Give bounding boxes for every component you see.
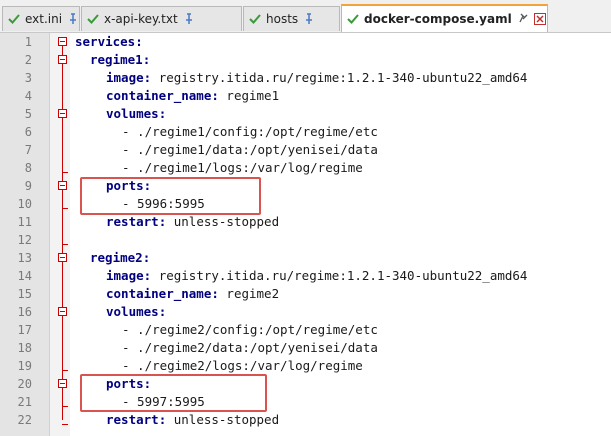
yaml-key: volumes (106, 304, 159, 319)
line-number: 5 (24, 107, 32, 121)
yaml-key: restart (106, 412, 159, 427)
highlight-box-ports-regime1 (80, 177, 261, 215)
code-text: container_name: regime2 (106, 286, 280, 301)
saved-check-icon (8, 14, 20, 24)
line-number: 18 (17, 341, 32, 355)
code-text: restart: unless-stopped (106, 412, 280, 427)
line-number: 15 (17, 287, 32, 301)
saved-check-icon (347, 14, 359, 24)
yaml-value: unless-stopped (166, 214, 280, 229)
yaml-key: services (75, 34, 136, 49)
code-line: 13 regime2: (0, 249, 611, 267)
highlight-box-ports-regime2 (80, 374, 267, 412)
code-line: 6 - ./regime1/config:/opt/regime/etc (0, 123, 611, 141)
code-line: 5 volumes: (0, 105, 611, 123)
line-number: 13 (17, 251, 32, 265)
line-number: 10 (17, 197, 32, 211)
line-number: 19 (17, 359, 32, 373)
code-line: 1 services: (0, 33, 611, 51)
yaml-value: registry.itida.ru/regime:1.2.1-340-ubunt… (151, 268, 528, 283)
tab-label: x-api-key.txt (104, 12, 178, 26)
tab-bar: ext.ini x-api-key.txt hosts docker-compo… (0, 0, 611, 33)
line-number: 21 (17, 395, 32, 409)
pin-icon[interactable] (304, 13, 314, 25)
yaml-key: restart (106, 214, 159, 229)
code-line: 14 image: registry.itida.ru/regime:1.2.1-… (0, 267, 611, 285)
line-number: 1 (24, 35, 32, 49)
code-text: - ./regime2/config:/opt/regime/etc (122, 322, 378, 337)
code-line: 15 container_name: regime2 (0, 285, 611, 303)
pin-icon[interactable] (184, 13, 194, 25)
code-line: 17 - ./regime2/config:/opt/regime/etc (0, 321, 611, 339)
yaml-value: regime2 (218, 286, 280, 301)
code-line: 18 - ./regime2/data:/opt/yenisei/data (0, 339, 611, 357)
tab-ext-ini[interactable]: ext.ini (2, 6, 80, 31)
code-line: 22 restart: unless-stopped (0, 411, 611, 429)
saved-check-icon (249, 14, 261, 24)
code-line: 16 volumes: (0, 303, 611, 321)
code-text: - ./regime1/data:/opt/yenisei/data (122, 142, 378, 157)
tab-label: docker-compose.yaml (364, 12, 512, 26)
yaml-key: image (106, 268, 144, 283)
tab-label: hosts (266, 12, 299, 26)
line-number: 3 (24, 71, 32, 85)
tab-docker-compose[interactable]: docker-compose.yaml (341, 4, 548, 32)
line-number: 20 (17, 377, 32, 391)
line-number: 16 (17, 305, 32, 319)
code-text: - ./regime2/logs:/var/log/regime (122, 358, 363, 373)
tab-label: ext.ini (25, 12, 63, 26)
code-text: volumes: (106, 106, 167, 121)
tab-x-api-key[interactable]: x-api-key.txt (81, 6, 242, 31)
code-text: - ./regime2/data:/opt/yenisei/data (122, 340, 378, 355)
line-number: 7 (24, 143, 32, 157)
code-text: - ./regime1/config:/opt/regime/etc (122, 124, 378, 139)
line-number: 12 (17, 233, 32, 247)
yaml-value: regime1 (218, 88, 280, 103)
code-text: image: registry.itida.ru/regime:1.2.1-34… (106, 70, 528, 85)
yaml-value: unless-stopped (166, 412, 280, 427)
code-text: container_name: regime1 (106, 88, 280, 103)
code-text: services: (75, 34, 143, 49)
code-text: regime2: (90, 250, 151, 265)
yaml-key: container_name (106, 88, 212, 103)
code-line: 7 - ./regime1/data:/opt/yenisei/data (0, 141, 611, 159)
yaml-key: image (106, 70, 144, 85)
code-text: restart: unless-stopped (106, 214, 280, 229)
line-number: 22 (17, 413, 32, 427)
yaml-key: regime1 (90, 52, 143, 67)
code-text: - ./regime1/logs:/var/log/regime (122, 160, 363, 175)
close-icon[interactable] (533, 13, 546, 25)
line-number: 17 (17, 323, 32, 337)
saved-check-icon (87, 14, 99, 24)
code-editor[interactable]: 1 services: 2 regime1: 3 image: registry.it… (0, 33, 611, 436)
line-number: 9 (24, 179, 32, 193)
line-number: 8 (24, 161, 32, 175)
pin-icon[interactable] (518, 13, 528, 25)
code-line: 12 (0, 231, 611, 249)
code-line: 3 image: registry.itida.ru/regime:1.2.1-3… (0, 69, 611, 87)
line-number: 11 (17, 215, 32, 229)
code-line: 2 regime1: (0, 51, 611, 69)
code-text: regime1: (90, 52, 151, 67)
code-line: 8 - ./regime1/logs:/var/log/regime (0, 159, 611, 177)
line-number: 14 (17, 269, 32, 283)
code-line: 11 restart: unless-stopped (0, 213, 611, 231)
yaml-key: volumes (106, 106, 159, 121)
code-text: volumes: (106, 304, 167, 319)
line-number: 2 (24, 53, 32, 67)
tab-hosts[interactable]: hosts (243, 6, 340, 31)
line-number: 4 (24, 89, 32, 103)
code-line: 4 container_name: regime1 (0, 87, 611, 105)
yaml-value: registry.itida.ru/regime:1.2.1-340-ubunt… (151, 70, 528, 85)
yaml-key: container_name (106, 286, 212, 301)
line-number: 6 (24, 125, 32, 139)
pin-icon[interactable] (68, 13, 78, 25)
yaml-key: regime2 (90, 250, 143, 265)
code-text: image: registry.itida.ru/regime:1.2.1-34… (106, 268, 528, 283)
code-line: 19 - ./regime2/logs:/var/log/regime (0, 357, 611, 375)
